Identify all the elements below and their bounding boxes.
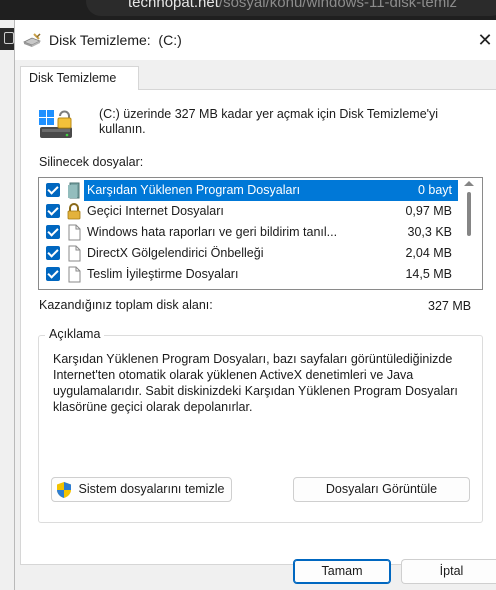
file-size: 0 bayt bbox=[417, 183, 452, 197]
file-name: Windows hata raporları ve geri bildirim … bbox=[87, 225, 338, 239]
checkbox[interactable] bbox=[46, 246, 60, 260]
url-host: technopat.net bbox=[128, 0, 219, 11]
drive-lock-icon bbox=[39, 110, 72, 138]
view-files-button[interactable]: Dosyaları Görüntüle bbox=[293, 477, 470, 502]
description-title: Açıklama bbox=[45, 327, 105, 341]
file-name: Geçici Internet Dosyaları bbox=[87, 204, 224, 218]
file-icon bbox=[68, 245, 81, 262]
total-space-label: Kazandığınız toplam disk alanı: bbox=[39, 298, 213, 312]
file-name: DirectX Gölgelendirici Önbelleği bbox=[87, 246, 264, 260]
background-window-icon bbox=[0, 28, 14, 50]
window-title: Disk Temizleme: (C:) bbox=[49, 32, 182, 48]
list-item[interactable]: DirectX Gölgelendirici Önbelleği 2,04 MB bbox=[39, 243, 459, 264]
cancel-button[interactable]: İptal bbox=[401, 559, 496, 584]
disk-cleanup-app-icon bbox=[23, 33, 41, 47]
url-path: /sosyal/konu/windows-11-disk-temiz bbox=[218, 0, 458, 11]
files-list[interactable]: Karşıdan Yüklenen Program Dosyaları 0 bay… bbox=[38, 177, 483, 290]
browser-url[interactable]: technopat.net/sosyal/konu/windows-11-dis… bbox=[128, 0, 457, 11]
file-size: 30,3 KB bbox=[407, 225, 452, 239]
folder-icon bbox=[68, 182, 80, 199]
checkbox[interactable] bbox=[46, 267, 60, 281]
file-name: Teslim İyileştirme Dosyaları bbox=[87, 267, 239, 281]
lock-icon bbox=[67, 203, 81, 220]
file-size: 14,5 MB bbox=[405, 267, 452, 281]
file-size: 0,97 MB bbox=[405, 204, 452, 218]
close-icon[interactable]: ✕ bbox=[473, 28, 496, 52]
browser-address-strip: technopat.net/sosyal/konu/windows-11-dis… bbox=[0, 0, 496, 20]
list-item[interactable]: Karşıdan Yüklenen Program Dosyaları 0 bay… bbox=[39, 180, 459, 201]
checkbox[interactable] bbox=[46, 225, 60, 239]
file-icon bbox=[68, 224, 81, 241]
checkbox[interactable] bbox=[46, 183, 60, 197]
list-item[interactable]: Teslim İyileştirme Dosyaları 14,5 MB bbox=[39, 264, 459, 285]
file-icon bbox=[68, 266, 81, 283]
total-space-value: 327 MB bbox=[428, 299, 472, 313]
file-name: Karşıdan Yüklenen Program Dosyaları bbox=[87, 183, 301, 197]
checkbox[interactable] bbox=[46, 204, 60, 218]
tab-disk-cleanup[interactable]: Disk Temizleme bbox=[20, 66, 139, 90]
description-text: Karşıdan Yüklenen Program Dosyaları, baz… bbox=[53, 352, 458, 414]
clean-system-files-label: Sistem dosyalarını temizle bbox=[78, 482, 225, 496]
info-text: (C:) üzerinde 327 MB kadar yer açmak içi… bbox=[99, 107, 439, 136]
disk-cleanup-dialog: Disk Temizleme: (C:) ✕ Disk Temizleme (C… bbox=[14, 20, 496, 590]
list-item[interactable]: Windows hata raporları ve geri bildirim … bbox=[39, 222, 459, 243]
scrollbar-thumb[interactable] bbox=[467, 192, 471, 236]
file-size: 2,04 MB bbox=[405, 246, 452, 260]
titlebar: Disk Temizleme: (C:) ✕ bbox=[15, 20, 496, 60]
list-item[interactable]: Geçici Internet Dosyaları 0,97 MB bbox=[39, 201, 459, 222]
scroll-up-arrow[interactable] bbox=[464, 181, 474, 186]
uac-shield-icon bbox=[57, 482, 71, 498]
clean-system-files-button[interactable]: Sistem dosyalarını temizle bbox=[51, 477, 232, 502]
files-to-delete-label: Silinecek dosyalar: bbox=[39, 155, 144, 169]
ok-button[interactable]: Tamam bbox=[293, 559, 391, 584]
